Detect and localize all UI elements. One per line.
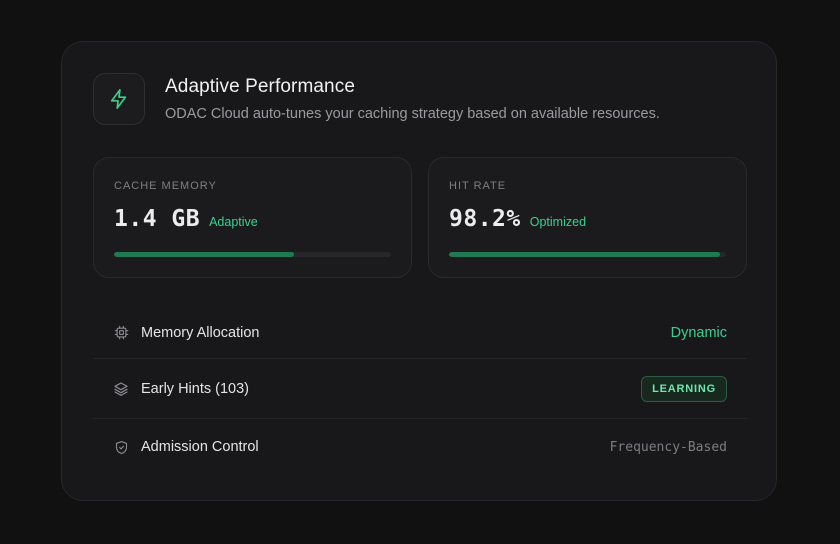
progress-bar <box>114 252 391 257</box>
metric-value: 1.4 GB <box>114 206 201 232</box>
metric-badge: Optimized <box>529 215 587 229</box>
progress-bar-fill <box>449 252 721 257</box>
cache-memory-metric: CACHE MEMORY 1.4 GB Adaptive <box>93 157 412 278</box>
list-item-label: Admission Control <box>141 439 259 455</box>
list-item-label: Memory Allocation <box>141 324 260 341</box>
chip-icon <box>113 325 129 341</box>
admission-control-value: Frequency-Based <box>609 439 727 455</box>
memory-allocation-value: Dynamic <box>670 324 727 341</box>
learning-status-badge: LEARNING <box>641 375 727 402</box>
layers-icon <box>113 381 129 397</box>
progress-bar-fill <box>114 252 295 257</box>
metric-badge: Adaptive <box>209 215 258 229</box>
hit-rate-metric: HIT RATE 98.2% Optimized <box>428 157 747 278</box>
card-subtitle: ODAC Cloud auto-tunes your caching strat… <box>165 106 660 122</box>
list-item-memory-allocation: Memory Allocation Dynamic <box>93 307 747 359</box>
list-item-early-hints: Early Hints (103) LEARNING <box>93 359 747 419</box>
lightning-bolt-icon <box>93 73 145 125</box>
progress-bar <box>449 252 726 257</box>
metric-label: CACHE MEMORY <box>114 180 217 192</box>
settings-list: Memory Allocation Dynamic Early Hints (1… <box>93 307 747 475</box>
card-title: Adaptive Performance <box>165 76 355 97</box>
shield-icon <box>113 439 129 455</box>
metric-value: 98.2% <box>449 206 521 232</box>
list-item-label: Early Hints (103) <box>141 380 249 397</box>
metric-label: HIT RATE <box>449 180 507 192</box>
list-item-admission-control: Admission Control Frequency-Based <box>93 419 747 475</box>
adaptive-performance-card: Adaptive Performance ODAC Cloud auto-tun… <box>61 41 777 501</box>
